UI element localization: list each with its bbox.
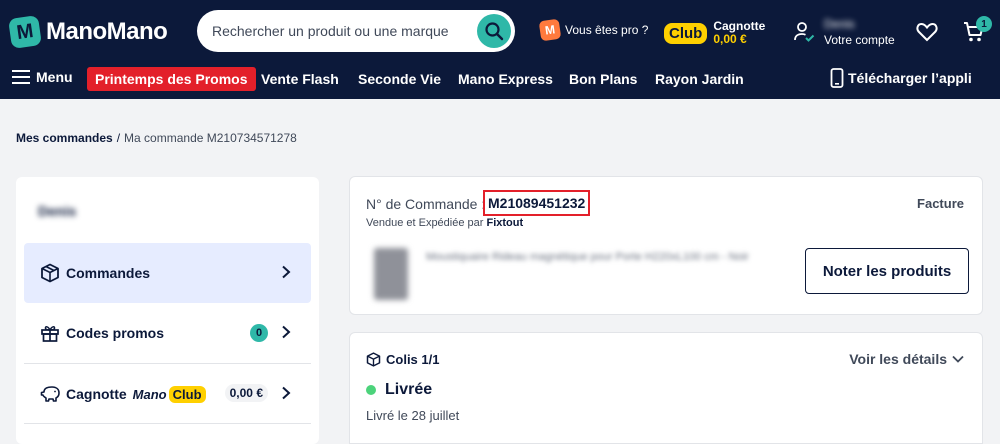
mano-brand: Mano bbox=[132, 386, 167, 402]
cagnotte-amount: 0,00 € bbox=[224, 384, 268, 402]
invoice-link[interactable]: Facture bbox=[917, 196, 964, 211]
box-icon bbox=[40, 263, 62, 283]
sidebar-item-orders[interactable]: Commandes bbox=[24, 243, 311, 303]
breadcrumb-orders-link[interactable]: Mes commandes bbox=[16, 131, 113, 145]
box-icon bbox=[366, 352, 381, 367]
hamburger-icon bbox=[12, 70, 30, 84]
sidebar-divider bbox=[24, 423, 311, 424]
account-text: Denis Votre compte bbox=[824, 16, 895, 48]
sidebar-item-promo-codes[interactable]: Codes promos 0 bbox=[24, 303, 311, 363]
club-cagnotte-link[interactable]: Club Cagnotte 0,00 € bbox=[664, 20, 765, 46]
menu-button[interactable]: Menu bbox=[12, 69, 73, 85]
site-header: M ManoMano M Vous êtes pro ? Club Cagnot… bbox=[0, 0, 1000, 99]
order-card: N° de Commande : M21089451232 Facture Ve… bbox=[349, 176, 983, 315]
view-details-label: Voir les détails bbox=[849, 351, 947, 367]
chevron-right-icon bbox=[282, 386, 291, 400]
delivery-status: Livrée bbox=[366, 381, 432, 399]
breadcrumb-current: Ma commande M210734571278 bbox=[124, 131, 297, 145]
search-button[interactable] bbox=[477, 14, 511, 48]
logo-badge: M bbox=[8, 15, 42, 49]
promo-count-badge: 0 bbox=[250, 324, 268, 342]
rate-products-button[interactable]: Noter les produits bbox=[805, 248, 969, 294]
parcel-card: Colis 1/1 Voir les détails Livrée Livré … bbox=[349, 332, 983, 444]
sold-by: Vendue et Expédiée par Fixtout bbox=[366, 217, 523, 229]
chevron-right-icon bbox=[282, 265, 291, 279]
pro-label: Vous êtes pro ? bbox=[565, 23, 649, 37]
download-app-label: Télécharger l’appli bbox=[848, 70, 972, 86]
club-amount: 0,00 € bbox=[713, 32, 747, 46]
menu-label: Menu bbox=[36, 69, 73, 85]
main-nav: Menu Printemps des Promos Vente Flash Se… bbox=[0, 64, 1000, 94]
smartphone-icon bbox=[830, 68, 844, 88]
account-name: Denis bbox=[824, 17, 855, 31]
sidebar-item-label: Commandes bbox=[66, 265, 151, 281]
cart-count-badge: 1 bbox=[976, 16, 992, 32]
breadcrumb-separator: / bbox=[116, 131, 121, 145]
parcel-title: Colis 1/1 bbox=[366, 352, 439, 367]
download-app-link[interactable]: Télécharger l’appli bbox=[830, 68, 972, 88]
sidebar-item-label: Codes promos bbox=[66, 325, 165, 341]
account-sidebar: Denis Commandes Codes promos 0 Cagnotte … bbox=[16, 177, 319, 444]
logo-text: ManoMano bbox=[46, 18, 168, 45]
view-details-toggle[interactable]: Voir les détails bbox=[849, 351, 964, 367]
chevron-right-icon bbox=[282, 325, 291, 339]
account-link[interactable]: Denis Votre compte bbox=[792, 16, 895, 48]
product-thumbnail[interactable] bbox=[374, 248, 408, 300]
user-check-icon bbox=[794, 22, 815, 42]
wishlist-button[interactable] bbox=[916, 22, 938, 47]
club-brand-badge: Club bbox=[168, 385, 206, 403]
club-info: Cagnotte 0,00 € bbox=[713, 20, 765, 46]
gift-icon bbox=[40, 323, 62, 343]
order-number-label: N° de Commande : bbox=[366, 196, 486, 212]
nav-item-mano-express[interactable]: Mano Express bbox=[458, 71, 553, 87]
search-icon bbox=[485, 22, 504, 41]
piggy-bank-icon bbox=[40, 384, 62, 404]
delivery-status-label: Livrée bbox=[385, 381, 433, 398]
delivered-date: Livré le 28 juillet bbox=[366, 408, 460, 423]
status-dot bbox=[366, 385, 376, 395]
chevron-down-icon bbox=[952, 355, 964, 363]
heart-icon bbox=[916, 22, 938, 42]
manomano-logo[interactable]: M ManoMano bbox=[8, 15, 168, 49]
club-badge: Club bbox=[664, 22, 708, 44]
order-number: M21089451232 bbox=[483, 190, 591, 216]
nav-item-vente-flash[interactable]: Vente Flash bbox=[261, 71, 339, 87]
sidebar-item-label: Cagnotte bbox=[66, 386, 127, 402]
nav-item-bon-plans[interactable]: Bon Plans bbox=[569, 71, 637, 87]
nav-item-seconde-vie[interactable]: Seconde Vie bbox=[358, 71, 441, 87]
nav-item-promo[interactable]: Printemps des Promos bbox=[87, 67, 256, 91]
account-label: Votre compte bbox=[824, 33, 895, 47]
product-name[interactable]: Moustiquaire Rideau magnétique pour Port… bbox=[426, 248, 796, 266]
seller-name[interactable]: Fixtout bbox=[487, 217, 524, 229]
search-input[interactable] bbox=[212, 20, 462, 42]
pro-link[interactable]: M Vous êtes pro ? bbox=[538, 18, 649, 42]
breadcrumb: Mes commandes / Ma commande M210734571278 bbox=[16, 131, 297, 145]
search-bar bbox=[197, 10, 515, 52]
sidebar-user-name: Denis bbox=[38, 203, 77, 219]
sidebar-item-cagnotte[interactable]: Cagnotte Mano Club 0,00 € bbox=[24, 364, 311, 424]
parcel-title-label: Colis 1/1 bbox=[386, 352, 440, 367]
nav-item-rayon-jardin[interactable]: Rayon Jardin bbox=[655, 71, 744, 87]
sold-by-prefix: Vendue et Expédiée par bbox=[366, 217, 484, 229]
pro-badge-icon: M bbox=[538, 18, 562, 42]
